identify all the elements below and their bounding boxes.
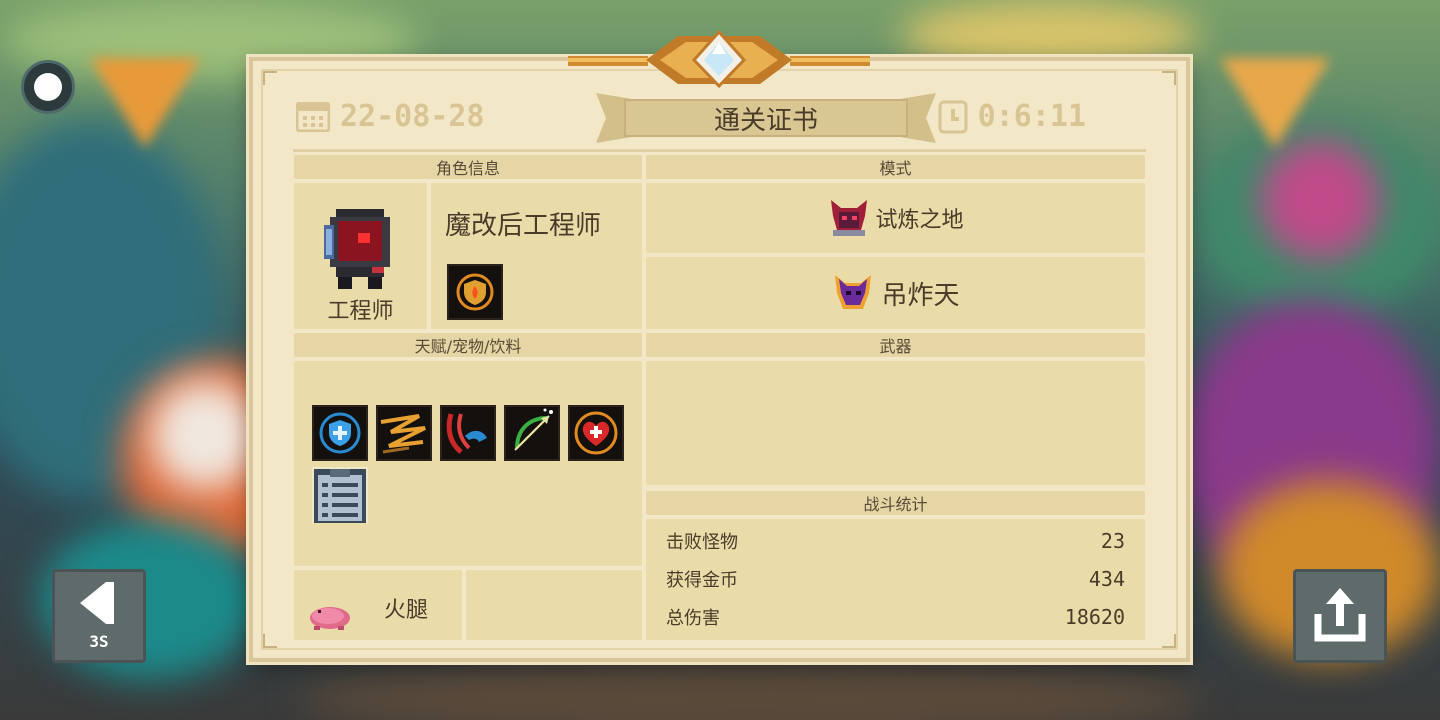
weapons-header: 武器	[646, 333, 1145, 357]
pink-pig-icon	[310, 607, 350, 630]
calendar-icon	[296, 101, 330, 132]
character-class-name: 工程师	[327, 299, 394, 324]
back-arrow-icon	[80, 581, 114, 624]
stat-label: 击败怪物	[666, 532, 738, 553]
stat-row-kills: 击败怪物 23	[666, 526, 1125, 556]
buffs-cell	[294, 361, 642, 566]
time-display: 0:6:11	[938, 99, 1086, 134]
buffs-header: 天赋/宠物/饮料	[294, 333, 642, 357]
date-text: 22-08-28	[340, 99, 485, 134]
certificate-title: 通关证书	[713, 105, 818, 136]
stat-value: 434	[1088, 567, 1125, 591]
mode-item-difficulty: 吊炸天	[646, 257, 1145, 329]
empty-slot-cell	[466, 570, 642, 640]
stat-value: 23	[1100, 529, 1125, 553]
record-dot-icon	[34, 73, 62, 101]
engineer-character-icon	[324, 209, 390, 289]
battle-stats-cell: 击败怪物 23 获得金币 434 总伤害 18620	[646, 519, 1145, 640]
clock-icon	[938, 100, 968, 133]
shield-flame-skill-icon	[447, 264, 503, 320]
certificate-panel: 22-08-28 通关证书 0:6:11 角色信息 工程师 魔改后工程师 模式 …	[249, 57, 1190, 662]
time-text: 0:6:11	[977, 99, 1086, 134]
record-button[interactable]	[21, 60, 75, 114]
back-countdown: 3S	[89, 631, 109, 651]
red-dash-buff-icon	[440, 405, 496, 461]
stat-label: 获得金币	[666, 570, 738, 591]
stat-row-damage: 总伤害 18620	[666, 602, 1125, 632]
character-skin-cell: 魔改后工程师	[431, 183, 642, 329]
mode-header: 模式	[646, 155, 1145, 179]
blue-shield-buff-icon	[312, 405, 368, 461]
header-divider	[293, 149, 1146, 152]
pet-name: 火腿	[384, 598, 429, 623]
back-button[interactable]: 3S	[52, 569, 146, 663]
stat-value: 18620	[1064, 605, 1125, 629]
clipboard-buff-icon	[312, 467, 368, 523]
title-ribbon: 通关证书	[596, 93, 936, 143]
character-skin-name: 魔改后工程师	[445, 211, 602, 241]
battle-stats-header: 战斗统计	[646, 491, 1145, 515]
date-display: 22-08-28	[296, 99, 485, 134]
lightning-trail-buff-icon	[376, 405, 432, 461]
share-button[interactable]	[1293, 569, 1387, 663]
stat-row-gold: 获得金币 434	[666, 564, 1125, 594]
crest-ornament	[568, 29, 870, 88]
character-info-header: 角色信息	[294, 155, 642, 179]
character-portrait-cell: 工程师	[294, 183, 427, 329]
weapons-cell	[646, 361, 1145, 485]
share-icon	[1314, 588, 1366, 642]
heart-plus-buff-icon	[568, 405, 624, 461]
purple-demon-icon	[835, 275, 872, 309]
mode-item-trial: 试炼之地	[646, 183, 1145, 253]
green-bow-buff-icon	[504, 405, 560, 461]
trial-demon-icon	[831, 200, 868, 236]
pet-cell: 火腿	[294, 570, 462, 640]
stat-label: 总伤害	[666, 608, 720, 629]
